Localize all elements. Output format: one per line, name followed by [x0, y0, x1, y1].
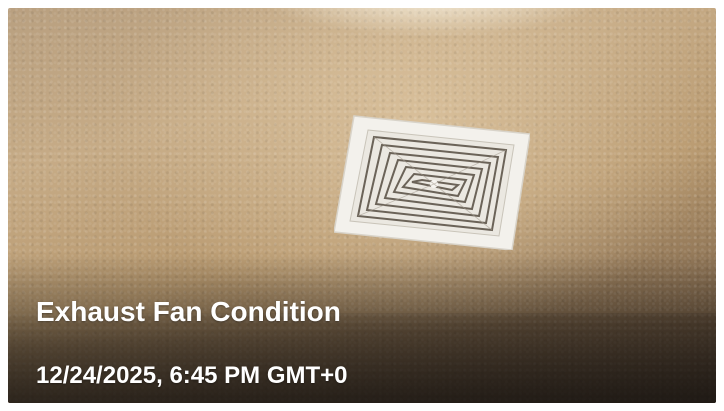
exhaust-fan-vent-icon [334, 115, 530, 250]
photo-title: Exhaust Fan Condition [36, 296, 341, 327]
photo-card: Exhaust Fan Condition 12/24/2025, 6:45 P… [0, 0, 724, 411]
ceiling-photo [8, 8, 716, 403]
photo-timestamp: 12/24/2025, 6:45 PM GMT+0 [36, 362, 348, 389]
